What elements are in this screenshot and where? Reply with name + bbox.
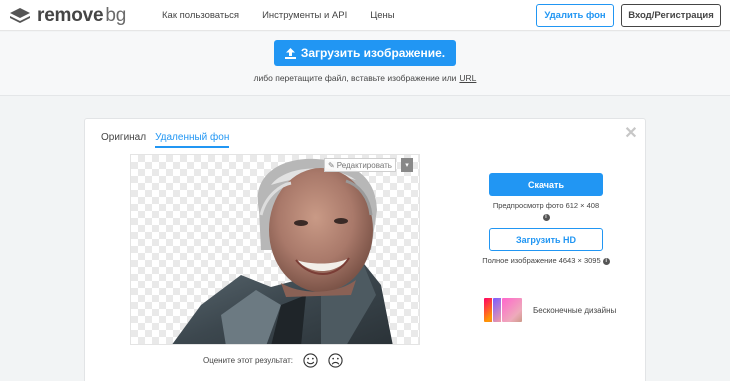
infinite-designs-link[interactable]: Бесконечные дизайны <box>483 297 616 323</box>
upload-button-label: Загрузить изображение. <box>300 46 446 60</box>
design-thumbnail <box>501 297 523 323</box>
info-icon[interactable]: i <box>542 213 550 221</box>
nav-tools-api[interactable]: Инструменты и API <box>262 10 347 21</box>
upload-hint: либо перетащите файл, вставьте изображен… <box>0 73 730 83</box>
logo[interactable]: remove bg <box>9 5 126 27</box>
rating-row: Оцените этот результат: <box>203 353 343 368</box>
tab-removed-background[interactable]: Удаленный фон <box>155 132 230 148</box>
preview-size-info: Предпросмотр фото 612 × 408 i <box>479 200 613 222</box>
pencil-icon: ✎ <box>328 160 335 170</box>
upload-section: Загрузить изображение. либо перетащите ф… <box>0 32 730 96</box>
result-tabs: Оригинал Удаленный фон <box>101 132 238 148</box>
upload-image-button[interactable]: Загрузить изображение. <box>274 40 456 66</box>
hd-size-info: Полное изображение 4643 × 3095 i <box>479 255 613 266</box>
sad-face-icon[interactable] <box>328 353 343 368</box>
close-icon[interactable]: ✕ <box>624 126 638 142</box>
upload-hint-text: либо перетащите файл, вставьте изображен… <box>253 73 457 83</box>
smile-face-icon[interactable] <box>303 353 318 368</box>
remove-background-button[interactable]: Удалить фон <box>536 4 614 27</box>
nav-pricing[interactable]: Цены <box>370 10 394 21</box>
logo-main-text: remove <box>37 5 104 26</box>
layers-logo-icon <box>10 8 30 23</box>
rate-label: Оцените этот результат: <box>203 356 294 365</box>
tab-original[interactable]: Оригинал <box>101 132 146 148</box>
edit-label: Редактировать <box>336 160 392 170</box>
logo-text: remove bg <box>37 5 126 27</box>
logo-bg-text: bg <box>105 5 127 26</box>
upload-arrow-icon <box>284 47 296 59</box>
url-link[interactable]: URL <box>459 73 476 83</box>
edit-button[interactable]: ✎ Редактировать <box>324 158 396 172</box>
download-hd-button[interactable]: Загрузить HD <box>489 228 603 251</box>
login-signup-button[interactable]: Вход/Регистрация <box>621 4 721 27</box>
main-nav: Как пользоваться Инструменты и API Цены <box>162 10 418 21</box>
cutout-portrait-image <box>172 158 393 344</box>
nav-how-to-use[interactable]: Как пользоваться <box>162 10 239 21</box>
info-icon[interactable]: i <box>602 257 610 265</box>
design-thumbnails <box>483 297 525 323</box>
designs-label: Бесконечные дизайны <box>533 305 617 315</box>
result-card: ✕ Оригинал Удаленный фон ✎ Редактировать… <box>84 118 646 381</box>
download-button[interactable]: Скачать <box>489 173 603 196</box>
caret-down-icon[interactable]: ▾ <box>401 158 413 172</box>
hd-size-text: Полное изображение 4643 × 3095 <box>482 256 601 265</box>
preview-size-text: Предпросмотр фото 612 × 408 <box>492 201 600 210</box>
top-navbar: remove bg Как пользоваться Инструменты и … <box>0 0 730 31</box>
result-preview: ✎ Редактировать ▾ <box>130 154 420 345</box>
